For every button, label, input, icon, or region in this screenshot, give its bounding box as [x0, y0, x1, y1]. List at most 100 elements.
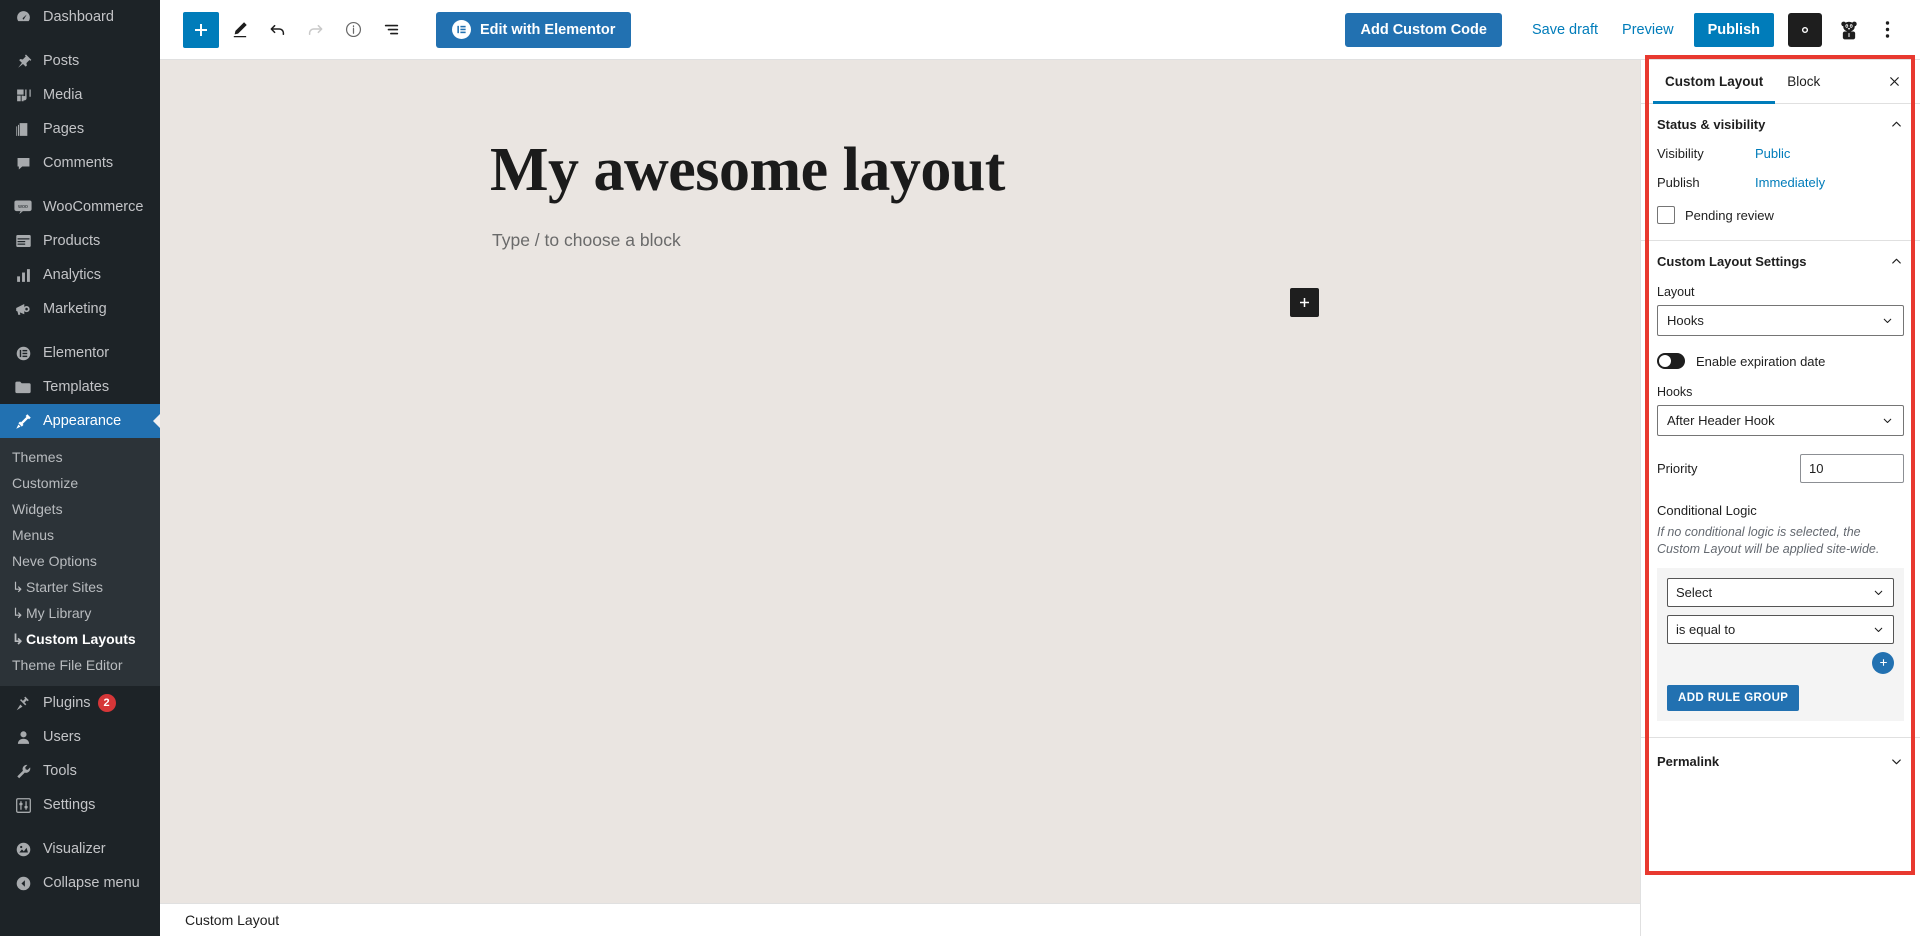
undo-button[interactable] — [259, 12, 295, 48]
sidebar-item-analytics[interactable]: Analytics — [0, 258, 160, 292]
submenu-item-label: Customize — [12, 475, 79, 491]
submenu-item-custom-layouts[interactable]: ↳ Custom Layouts — [0, 626, 160, 652]
sidebar-item-label: Media — [43, 87, 83, 103]
sidebar-separator — [0, 34, 160, 44]
media-icon — [12, 85, 34, 105]
editor-status-bar: Custom Layout — [160, 903, 1640, 936]
submenu-item-menus[interactable]: Menus — [0, 522, 160, 548]
nested-arrow-icon: ↳ — [12, 605, 24, 621]
permalink-section[interactable]: Permalink — [1641, 738, 1920, 785]
submenu-item-theme-file-editor[interactable]: Theme File Editor — [0, 652, 160, 678]
inline-block-inserter-button[interactable] — [1290, 288, 1319, 317]
save-draft-button[interactable]: Save draft — [1520, 13, 1610, 47]
add-rule-button[interactable] — [1872, 651, 1894, 674]
paragraph-block-placeholder[interactable]: Type / to choose a block — [492, 230, 681, 251]
tab-block[interactable]: Block — [1775, 60, 1832, 104]
pages-icon — [12, 119, 34, 139]
sidebar-item-label: Products — [43, 233, 101, 249]
user-avatar-button[interactable] — [1832, 13, 1866, 47]
status-visibility-header[interactable]: Status & visibility — [1657, 117, 1904, 132]
post-title[interactable]: My awesome layout — [490, 135, 1005, 206]
submenu-item-widgets[interactable]: Widgets — [0, 496, 160, 522]
sidebar-item-label: WooCommerce — [43, 199, 144, 215]
sidebar-item-label: Appearance — [43, 413, 122, 429]
products-icon — [12, 231, 34, 251]
submenu-item-themes[interactable]: Themes — [0, 444, 160, 470]
elementor-icon — [12, 343, 34, 363]
sidebar-item-plugins[interactable]: Plugins 2 — [0, 686, 160, 720]
edit-with-elementor-button[interactable]: Edit with Elementor — [436, 11, 632, 48]
enable-expiration-date-toggle[interactable] — [1657, 353, 1685, 369]
hooks-field-label: Hooks — [1657, 385, 1693, 399]
sidebar-item-pages[interactable]: Pages — [0, 112, 160, 146]
update-count-badge: 2 — [97, 694, 116, 712]
preview-button[interactable]: Preview — [1610, 13, 1686, 47]
add-custom-code-button[interactable]: Add Custom Code — [1345, 12, 1502, 47]
layout-select-value: Hooks — [1667, 313, 1704, 328]
marketing-icon — [12, 299, 34, 319]
sidebar-item-visualizer[interactable]: Visualizer — [0, 832, 160, 866]
status-bar-breadcrumb[interactable]: Custom Layout — [185, 912, 279, 928]
sidebar-item-dashboard[interactable]: Dashboard — [0, 0, 160, 34]
layout-select[interactable]: Hooks — [1657, 305, 1904, 336]
sidebar-item-collapse-menu[interactable]: Collapse menu — [0, 866, 160, 900]
tools-pencil-button[interactable] — [221, 12, 257, 48]
sidebar-item-elementor[interactable]: Elementor — [0, 336, 160, 370]
users-icon — [12, 727, 34, 747]
svg-text:woo: woo — [18, 204, 28, 210]
sidebar-item-tools[interactable]: Tools — [0, 754, 160, 788]
expiration-toggle-row: Enable expiration date — [1657, 353, 1904, 369]
more-options-button[interactable] — [1872, 13, 1902, 47]
chevron-down-icon — [1883, 318, 1892, 323]
settings-gear-button[interactable] — [1788, 12, 1822, 47]
templates-icon — [12, 377, 34, 397]
publish-button[interactable]: Publish — [1693, 12, 1774, 47]
add-rule-group-button[interactable]: ADD RULE GROUP — [1667, 684, 1800, 711]
chevron-down-icon — [1874, 627, 1883, 632]
sidebar-item-appearance[interactable]: Appearance — [0, 404, 160, 438]
sidebar-item-posts[interactable]: Posts — [0, 44, 160, 78]
panel-tab-bar: Custom Layout Block — [1641, 60, 1920, 104]
sidebar-item-templates[interactable]: Templates — [0, 370, 160, 404]
sidebar-item-products[interactable]: Products — [0, 224, 160, 258]
list-view-button[interactable] — [373, 12, 409, 48]
redo-button[interactable] — [297, 12, 333, 48]
hooks-select[interactable]: After Header Hook — [1657, 405, 1904, 436]
sidebar-item-label: Templates — [43, 379, 110, 395]
editor-toolbar: Edit with Elementor Add Custom Code Save… — [160, 0, 1920, 60]
status-visibility-title: Status & visibility — [1657, 117, 1766, 132]
sidebar-item-woocommerce[interactable]: woo WooCommerce — [0, 190, 160, 224]
submenu-item-my-library[interactable]: ↳ My Library — [0, 600, 160, 626]
rule-operator-select[interactable]: is equal to — [1667, 614, 1894, 644]
plus-icon — [195, 23, 207, 36]
sidebar-item-comments[interactable]: Comments — [0, 146, 160, 180]
sidebar-item-media[interactable]: Media — [0, 78, 160, 112]
custom-layout-settings-header[interactable]: Custom Layout Settings — [1657, 254, 1904, 269]
sidebar-item-users[interactable]: Users — [0, 720, 160, 754]
add-block-button[interactable] — [183, 11, 219, 48]
sidebar-separator — [0, 326, 160, 336]
sidebar-item-marketing[interactable]: Marketing — [0, 292, 160, 326]
submenu-item-customize[interactable]: Customize — [0, 470, 160, 496]
chevron-up-icon — [1889, 117, 1904, 132]
submenu-item-neve-options[interactable]: Neve Options — [0, 548, 160, 574]
submenu-item-label: Themes — [12, 449, 63, 465]
details-info-button[interactable] — [335, 12, 371, 48]
visibility-value-button[interactable]: Public — [1755, 146, 1790, 161]
submenu-item-starter-sites[interactable]: ↳ Starter Sites — [0, 574, 160, 600]
tab-custom-layout[interactable]: Custom Layout — [1653, 60, 1776, 104]
analytics-icon — [12, 265, 34, 285]
toolbar-right-group: Add Custom Code Save draft Preview Publi… — [1345, 12, 1920, 47]
rule-operator-value: is equal to — [1676, 621, 1736, 637]
submenu-item-label: My Library — [26, 605, 92, 621]
priority-input[interactable] — [1800, 454, 1904, 483]
close-panel-button[interactable] — [1880, 68, 1908, 96]
publish-value-button[interactable]: Immediately — [1755, 175, 1825, 190]
sidebar-item-label: Marketing — [43, 301, 107, 317]
visibility-row: Visibility Public — [1657, 146, 1904, 161]
submenu-item-label: Menus — [12, 527, 55, 543]
rule-field-select[interactable]: Select — [1667, 577, 1894, 607]
pending-review-checkbox[interactable] — [1657, 206, 1675, 224]
sidebar-item-settings[interactable]: Settings — [0, 788, 160, 822]
rule-actions-row — [1667, 651, 1894, 674]
